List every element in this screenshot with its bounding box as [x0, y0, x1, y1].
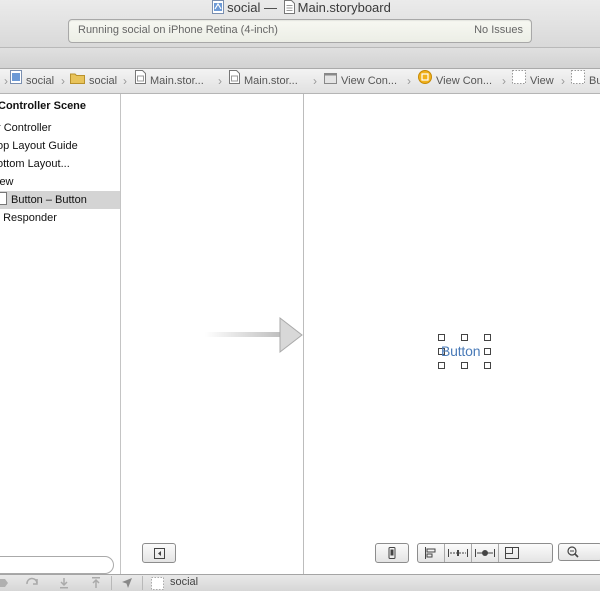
process-name[interactable]: social [170, 576, 198, 588]
outline-item-top-layout-guide[interactable]: op Layout Guide [0, 137, 117, 155]
selection-handle[interactable] [438, 362, 445, 369]
size-class-button[interactable] [375, 543, 409, 563]
chevron-right-icon: › [4, 74, 8, 88]
window-titlebar: social — Main.storyboard Running social … [0, 0, 600, 48]
selection-handle[interactable] [438, 334, 445, 341]
pin-icon [448, 549, 468, 557]
activity-viewer: Running social on iPhone Retina (4-inch)… [68, 19, 532, 43]
view-controller-icon [418, 69, 432, 93]
zoom-out-icon [567, 546, 579, 558]
sidebar-toggle-icon [153, 547, 165, 559]
device-icon [388, 547, 396, 559]
jumpbar-item-scene[interactable]: View Con... [324, 69, 397, 93]
button-icon [0, 192, 7, 205]
xcode-project-icon [212, 0, 225, 18]
step-out-icon[interactable] [90, 577, 102, 589]
selection-handle[interactable] [461, 334, 468, 341]
folder-icon [70, 69, 85, 93]
window-title-file: Main.storyboard [297, 0, 391, 15]
storyboard-icon [135, 69, 146, 93]
selection-handle[interactable] [484, 348, 491, 355]
storyboard-button[interactable]: Button [441, 343, 480, 359]
window-title: social — Main.storyboard [0, 0, 600, 16]
autolayout-controls [417, 543, 553, 563]
outline-item-bottom-layout-guide[interactable]: ottom Layout... [0, 155, 117, 173]
zoom-out-button[interactable] [558, 543, 600, 561]
chevron-right-icon: › [313, 74, 317, 88]
initial-scene-arrow-icon [205, 316, 303, 354]
activity-status-text: Running social on iPhone Retina (4-inch) [78, 24, 278, 36]
jump-bar: › social › social › Main.stor... › Main.… [0, 69, 600, 94]
divider [142, 576, 143, 590]
chevron-right-icon: › [218, 74, 222, 88]
jumpbar-label: View Con... [341, 75, 398, 87]
jumpbar-item-view[interactable]: View [512, 69, 554, 93]
pin-button[interactable] [445, 544, 472, 562]
jumpbar-label: View Con... [436, 75, 493, 87]
scene-icon [324, 69, 337, 93]
selection-handle[interactable] [484, 334, 491, 341]
outline-item-view[interactable]: iew [0, 173, 117, 191]
view-icon [512, 69, 526, 93]
selection-handle[interactable] [461, 362, 468, 369]
step-into-icon[interactable] [58, 577, 70, 589]
jumpbar-item-storyboard-base[interactable]: Main.stor... [229, 69, 298, 93]
jumpbar-label: social [89, 75, 118, 87]
view-controller-scene[interactable]: Button [303, 94, 600, 574]
resizing-behavior-button[interactable] [499, 544, 525, 562]
jumpbar-item-storyboard[interactable]: Main.stor... [135, 69, 204, 93]
resolve-issues-button[interactable] [472, 544, 499, 562]
breakpoint-icon[interactable] [0, 577, 8, 589]
scheme-icon [151, 577, 164, 590]
selection-handle[interactable] [484, 362, 491, 369]
jumpbar-item-group[interactable]: social [70, 69, 117, 93]
outline-item-first-responder[interactable]: t Responder [0, 209, 117, 227]
xcode-project-icon [10, 69, 22, 93]
toggle-outline-button[interactable] [142, 543, 176, 563]
jumpbar-label: Main.stor... [244, 75, 298, 87]
continue-icon[interactable] [25, 577, 39, 589]
button-icon [571, 69, 585, 93]
outline-item-scene[interactable]: Controller Scene [0, 97, 118, 115]
jumpbar-label: social [26, 75, 55, 87]
jumpbar-item-button[interactable]: Bu [571, 69, 600, 93]
jumpbar-label: Main.stor... [150, 75, 204, 87]
chevron-right-icon: › [561, 74, 565, 88]
jumpbar-item-view-controller[interactable]: View Con... [418, 69, 492, 93]
align-button[interactable] [418, 544, 445, 562]
document-outline: Controller Scene r Controller op Layout … [0, 94, 121, 574]
jumpbar-label: View [530, 75, 554, 87]
resize-icon [505, 547, 519, 559]
storyboard-icon [229, 69, 240, 93]
resolve-icon [475, 549, 495, 557]
outline-item-button[interactable]: Button – Button [0, 191, 120, 209]
issues-indicator[interactable]: No Issues [474, 24, 523, 36]
chevron-right-icon: › [502, 74, 506, 88]
jumpbar-label: Bu [589, 75, 600, 87]
align-icon [425, 547, 436, 559]
chevron-right-icon: › [123, 74, 127, 88]
chevron-right-icon: › [407, 74, 411, 88]
storyboard-file-icon [283, 0, 295, 18]
outline-filter-field[interactable] [0, 556, 114, 574]
window-title-separator: — [264, 0, 278, 15]
outline-item-view-controller[interactable]: r Controller [0, 119, 117, 137]
storyboard-canvas[interactable]: Button [121, 94, 600, 574]
chevron-right-icon: › [61, 74, 65, 88]
location-arrow-icon[interactable] [121, 577, 133, 589]
jumpbar-item-project[interactable]: social [10, 69, 54, 93]
window-title-project: social [227, 0, 261, 15]
tab-bar [0, 48, 600, 69]
divider [111, 576, 112, 590]
debug-bar: social [0, 574, 600, 591]
